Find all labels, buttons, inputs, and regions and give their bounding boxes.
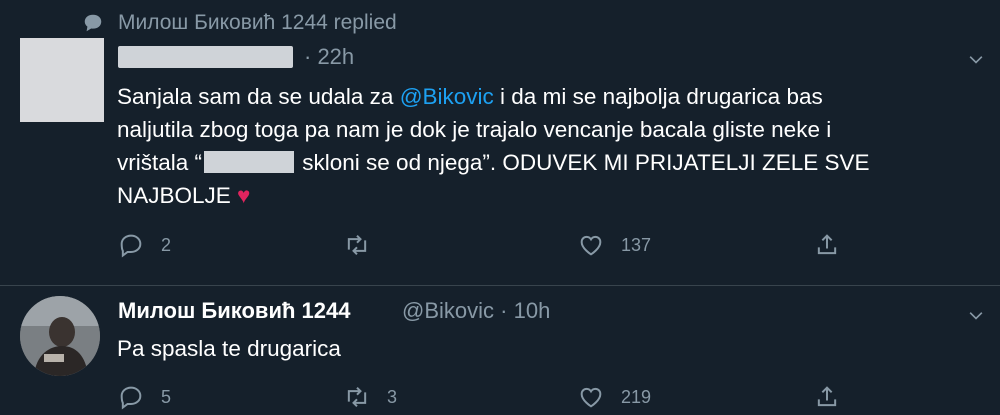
share-button[interactable] — [813, 231, 841, 259]
author-handle[interactable]: @Bikovic — [402, 298, 494, 323]
retweet-button[interactable] — [343, 231, 387, 259]
author-name-redacted[interactable] — [118, 46, 293, 68]
heart-icon — [580, 387, 602, 408]
author-name[interactable]: Милош Биковић 1244 — [118, 298, 350, 324]
tweet-text: Sanjala sam da se udala za @Bikovic i da… — [117, 84, 870, 208]
share-button[interactable] — [813, 383, 841, 411]
redacted-name — [204, 151, 295, 173]
like-count: 137 — [621, 234, 652, 255]
reply-button[interactable]: 2 — [117, 231, 171, 259]
reply-count: 5 — [161, 386, 172, 407]
share-icon — [817, 234, 837, 255]
speech-bubble-icon — [84, 14, 102, 32]
reply-count: 2 — [161, 234, 172, 255]
like-button[interactable]: 137 — [577, 231, 651, 259]
reply-icon — [120, 386, 142, 410]
retweet-icon — [347, 234, 367, 256]
reply-icon — [120, 234, 142, 258]
avatar[interactable] — [20, 296, 100, 376]
share-icon — [817, 386, 837, 407]
retweet-button[interactable]: 3 — [343, 383, 397, 411]
chevron-down-icon[interactable] — [963, 306, 989, 326]
like-count: 219 — [621, 386, 652, 407]
mention-link[interactable]: @Bikovic — [400, 84, 494, 109]
retweet-icon — [347, 386, 367, 408]
like-button[interactable]: 219 — [577, 383, 651, 411]
tweet-actions: 5 3 219 — [117, 380, 857, 414]
chevron-down-icon[interactable] — [963, 50, 989, 70]
avatar-photo — [20, 296, 100, 376]
tweet-time[interactable]: · 22h — [304, 44, 354, 70]
author-handle-time[interactable]: @Bikovic · 10h — [402, 298, 550, 324]
reply-context: Милош Биковић 1244 replied — [82, 8, 397, 38]
reply-button[interactable]: 5 — [117, 383, 171, 411]
tweet-text: Pa spasla te drugarica — [117, 336, 341, 361]
divider — [0, 285, 1000, 286]
heart-emoji: ♥ — [237, 183, 251, 208]
tweet-actions: 2 137 — [117, 228, 857, 262]
tweet-time[interactable]: · 10h — [500, 298, 550, 323]
retweet-count: 3 — [387, 386, 398, 407]
avatar-redacted[interactable] — [20, 38, 104, 122]
reply-context-text: Милош Биковић 1244 replied — [118, 11, 397, 34]
heart-icon — [580, 235, 602, 256]
